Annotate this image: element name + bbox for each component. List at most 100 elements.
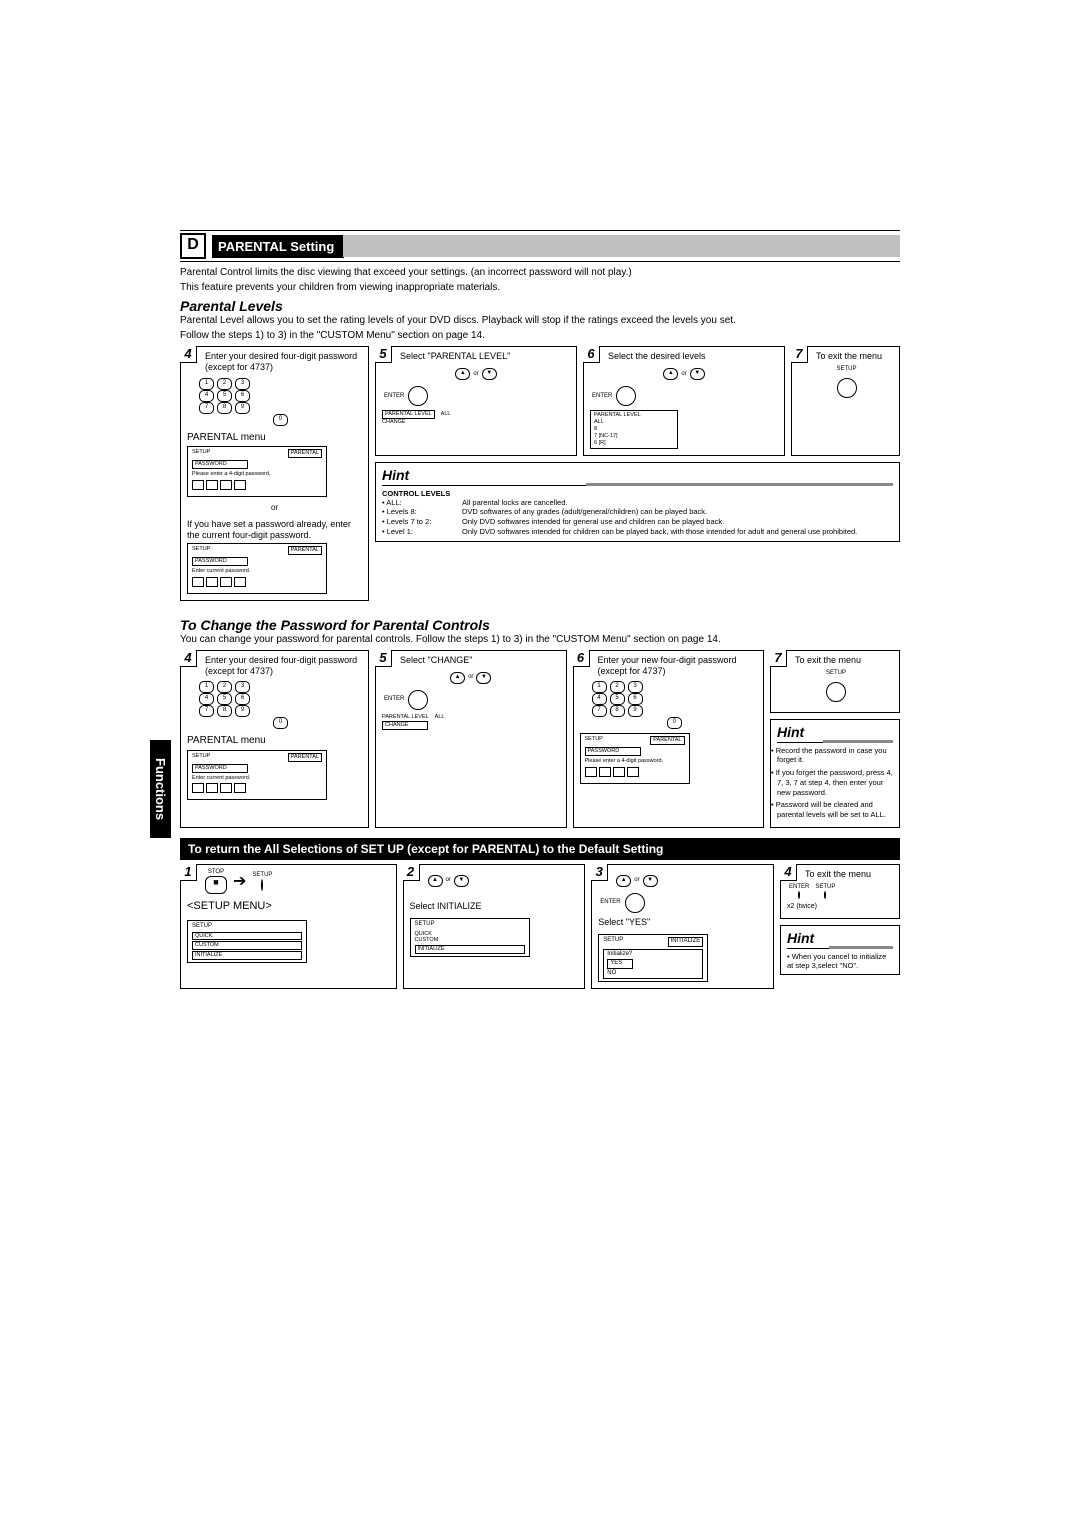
step-number: 7 bbox=[791, 346, 808, 363]
parental-levels-desc-1: Parental Level allows you to set the rat… bbox=[180, 314, 900, 327]
ms-password-box: PASSWORD bbox=[192, 764, 248, 773]
enter-icon bbox=[616, 386, 636, 406]
mini-screen-parental-2: SETUP PARENTAL PASSWORD Enter current pa… bbox=[187, 543, 327, 594]
enter-icon bbox=[408, 386, 428, 406]
step-number: 5 bbox=[375, 346, 392, 363]
hint-control-levels: Hint CONTROL LEVELS • ALL:All parental l… bbox=[375, 462, 900, 542]
step-number: 2 bbox=[403, 864, 420, 881]
hint-bullet: • If you forget the password, press 4, 7… bbox=[777, 768, 893, 797]
hint-bullet: • Record the password in case you forget… bbox=[777, 746, 893, 766]
ms-pw-slots bbox=[192, 480, 322, 490]
step-4: 4 Enter your desired four-digit password… bbox=[180, 346, 369, 601]
reset-step-4: 4 To exit the menu ENTER SETUP x2 (twice… bbox=[780, 864, 900, 919]
setup-label: SETUP bbox=[252, 872, 272, 880]
parental-levels-desc-2: Follow the steps 1) to 3) in the "CUSTOM… bbox=[180, 329, 900, 342]
stop-setup-icons: STOP ■ ➔ SETUP bbox=[205, 869, 390, 895]
setup-icon bbox=[824, 891, 826, 899]
cl-key: • Levels 8: bbox=[382, 507, 462, 517]
intro-line-1: Parental Control limits the disc viewing… bbox=[180, 266, 900, 279]
cp-step-4: 4 Enter your desired four-digit password… bbox=[180, 650, 369, 828]
cl-key: • Level 1: bbox=[382, 527, 462, 537]
setup-menu-screen-2: SETUP QUICK CUSTOM INITIALIZE bbox=[410, 918, 530, 957]
setup-icon bbox=[837, 378, 857, 398]
ms-setup: SETUP bbox=[603, 937, 623, 947]
step-number: 4 bbox=[780, 864, 797, 881]
cp-step-5-text: Select "CHANGE" bbox=[400, 655, 560, 666]
enter-setup-row: ENTER SETUP bbox=[789, 884, 893, 899]
parental-level-box: PARENTAL LEVEL bbox=[382, 410, 435, 419]
cp-step-7-col: 7 To exit the menu SETUP Hint • Record t… bbox=[770, 650, 900, 828]
initialize-menu-screen: SETUP INITIALIZE Initialize? YES NO bbox=[598, 934, 708, 982]
enter-block-3: ENTER bbox=[384, 690, 560, 710]
arrow-buttons-3: ▲ or ▼ bbox=[382, 672, 560, 684]
enter-block: ENTER bbox=[384, 386, 570, 406]
intro-line-2: This feature prevents your children from… bbox=[180, 281, 900, 294]
enter-label: ENTER bbox=[384, 393, 404, 401]
cp-parental-menu-caption: PARENTAL menu bbox=[187, 735, 362, 748]
section-letter: D bbox=[180, 233, 206, 259]
reset-step-1: 1 STOP ■ ➔ SETUP <SETUP MENU> SETUP QUIC… bbox=[180, 864, 397, 989]
step-5: 5 Select "PARENTAL LEVEL" ▲ or ▼ ENTER P… bbox=[375, 346, 577, 456]
change-password-desc: You can change your password for parenta… bbox=[180, 633, 900, 646]
pl-label: PARENTAL LEVEL bbox=[594, 412, 674, 419]
cl-val: Only DVD softwares intended for general … bbox=[462, 517, 893, 527]
ms-pw-slots bbox=[192, 783, 322, 793]
reset-step-3-text: Select "YES" bbox=[598, 917, 767, 928]
step-7: 7 To exit the menu SETUP bbox=[791, 346, 900, 456]
setup-remote-block-2: SETUP bbox=[779, 670, 893, 702]
enter-label: ENTER bbox=[592, 393, 612, 401]
hint-title: Hint bbox=[382, 467, 893, 486]
reset-step-4-col: 4 To exit the menu ENTER SETUP x2 (twice… bbox=[780, 864, 900, 989]
section-title: PARENTAL Setting bbox=[212, 235, 344, 258]
enter-icon bbox=[408, 690, 428, 710]
ms-prompt-2: Enter current password. bbox=[192, 568, 322, 575]
step-number: 3 bbox=[591, 864, 608, 881]
pl-opt: 8 bbox=[594, 426, 674, 433]
arrow-buttons: ▲ or ▼ bbox=[382, 368, 570, 380]
ms-password-box: PASSWORD bbox=[585, 747, 641, 756]
init-question: Initialize? bbox=[607, 951, 699, 959]
step-4-or-text: If you have set a password already, ente… bbox=[187, 519, 362, 542]
enter-label: ENTER bbox=[384, 696, 404, 704]
cl-val: DVD softwares of any grades (adult/gener… bbox=[462, 507, 893, 517]
step-number: 4 bbox=[180, 650, 197, 667]
ms-prompt: Enter current password. bbox=[192, 775, 322, 782]
keypad-icon: 123 456 789 0 bbox=[199, 378, 362, 426]
ms-setup: SETUP bbox=[415, 921, 525, 929]
enter-icon bbox=[798, 891, 800, 899]
setup-label: SETUP bbox=[826, 670, 846, 678]
enter-label: ENTER bbox=[600, 899, 620, 907]
setup-label: SETUP bbox=[836, 366, 856, 374]
step-number: 4 bbox=[180, 346, 197, 363]
or-label: or bbox=[634, 877, 639, 885]
parental-level-val: ALL bbox=[435, 714, 445, 721]
reset-hint-box: Hint • When you cancel to initialize at … bbox=[780, 925, 900, 975]
reset-step-4-text: To exit the menu bbox=[805, 869, 893, 880]
subheading-parental-levels: Parental Levels bbox=[180, 298, 900, 314]
enter-block-2: ENTER bbox=[592, 386, 778, 406]
or-label: or bbox=[681, 371, 686, 379]
step-7-text: To exit the menu bbox=[816, 351, 893, 362]
pl-opt: 6 [R] bbox=[594, 440, 674, 447]
cl-key: • Levels 7 to 2: bbox=[382, 517, 462, 527]
stop-icon: ■ bbox=[205, 876, 227, 894]
reset-hint-text: When you cancel to initialize at step 3,… bbox=[787, 952, 886, 970]
step-number: 6 bbox=[583, 346, 600, 363]
cp-step-4-text: Enter your desired four-digit password (… bbox=[205, 655, 362, 678]
step-6: 6 Select the desired levels ▲ or ▼ ENTER… bbox=[583, 346, 785, 456]
cp-step-5: 5 Select "CHANGE" ▲ or ▼ ENTER PARENTAL … bbox=[375, 650, 567, 828]
control-levels-table: • ALL:All parental locks are cancelled. … bbox=[382, 498, 893, 537]
ms-prompt: Please enter a 4-digit password. bbox=[585, 758, 685, 765]
change-label: CHANGE bbox=[382, 419, 570, 426]
ms-setup: SETUP bbox=[585, 736, 603, 745]
cp-mini-pl: PARENTAL LEVEL ALL bbox=[382, 714, 560, 721]
parental-levels-steps: 4 Enter your desired four-digit password… bbox=[180, 346, 900, 601]
arrow-buttons-4: ▲ or ▼ bbox=[428, 875, 579, 887]
hint-title: Hint bbox=[777, 724, 893, 743]
step-4-text: Enter your desired four-digit password (… bbox=[205, 351, 362, 374]
cp-step-6: 6 Enter your new four-digit password (ex… bbox=[573, 650, 765, 828]
step-6-text: Select the desired levels bbox=[608, 351, 778, 362]
ms-password-box: PASSWORD bbox=[192, 460, 248, 469]
ms-password-box-2: PASSWORD bbox=[192, 557, 248, 566]
setup-icon bbox=[826, 682, 846, 702]
